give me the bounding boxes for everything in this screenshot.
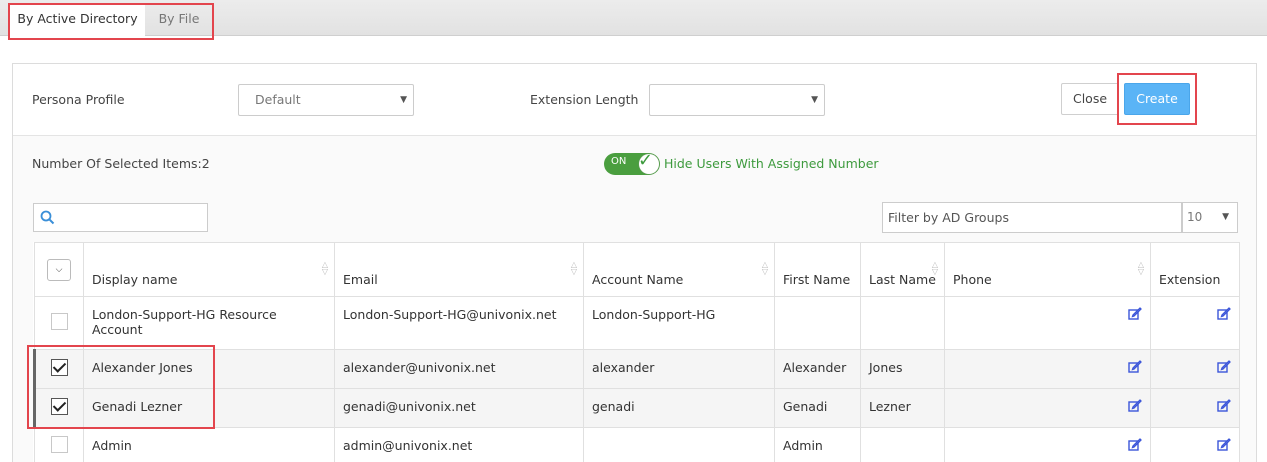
chevron-down-icon: ▼ [811,95,818,105]
select-all-dropdown[interactable]: ⌵ [47,258,71,281]
extension-length-select[interactable]: ▼ [649,84,825,116]
check-icon: ✓ [638,150,654,171]
row-checkbox-cell [34,296,84,350]
cell-email: London-Support-HG@univonix.net [334,296,584,350]
col-label: First Name [783,272,851,287]
cell-first-name [774,296,861,350]
col-display-name[interactable]: Display name △ ▽ [83,242,335,297]
table-row[interactable]: Alexander Jones alexander@univonix.net a… [33,349,1240,389]
tab-by-file[interactable]: By File [145,4,213,36]
create-button[interactable]: Create [1124,83,1190,115]
col-last-name[interactable]: Last Name △ ▽ [860,242,945,297]
persona-profile-value: Default [255,92,301,107]
table-header-row: ⌵ Display name △ ▽ Email △ ▽ Account Name △ ▽ … [34,242,1240,297]
sort-icon[interactable]: △ ▽ [762,261,768,276]
edit-icon[interactable] [1128,399,1142,416]
edit-icon[interactable] [1217,360,1231,377]
cell-first-name: Admin [774,427,861,462]
cell-extension [1150,388,1240,428]
sort-icon[interactable]: △ ▽ [322,261,328,276]
cell-account-name: London-Support-HG [583,296,775,350]
cell-extension [1150,296,1240,350]
col-label: Phone [953,272,992,287]
cell-email: genadi@univonix.net [334,388,584,428]
cell-last-name [860,427,945,462]
cell-last-name [860,296,945,350]
cell-extension [1150,349,1240,389]
col-first-name[interactable]: First Name [774,242,861,297]
row-checkbox-cell [33,388,84,428]
panel-header: Persona Profile Default ▼ Extension Leng… [13,64,1256,136]
table-row[interactable]: Genadi Lezner genadi@univonix.net genadi… [33,388,1240,428]
cell-account-name: alexander [583,349,775,389]
extension-length-label: Extension Length [530,92,639,107]
chevron-down-icon: ▼ [400,95,407,105]
close-button[interactable]: Close [1061,83,1119,115]
page-size-value: 10 [1187,210,1203,224]
ad-groups-filter[interactable]: Filter by AD Groups [882,202,1182,233]
cell-phone [944,296,1151,350]
sort-icon[interactable]: △ ▽ [1138,261,1144,276]
users-table: ⌵ Display name △ ▽ Email △ ▽ Account Name △ ▽ … [33,242,1240,462]
table-row[interactable]: Admin admin@univonix.net Admin [34,427,1240,462]
cell-phone [944,349,1151,389]
search-icon [40,210,55,225]
row-checkbox[interactable] [51,359,68,376]
cell-last-name: Jones [860,349,945,389]
cell-phone [944,427,1151,462]
col-label: Extension [1159,272,1221,287]
row-checkbox[interactable] [50,313,68,330]
chevron-down-icon: ▼ [1222,212,1229,222]
cell-account-name: genadi [583,388,775,428]
cell-first-name: Genadi [774,388,861,428]
edit-icon[interactable] [1128,307,1142,324]
cell-display-name: Alexander Jones [83,349,335,389]
cell-display-name: London-Support-HG Resource Account [83,296,335,350]
col-label: Display name [92,272,178,287]
persona-profile-select[interactable]: Default ▼ [238,84,414,116]
tab-bar: By Active Directory By File [0,0,1267,36]
cell-display-name: Genadi Lezner [83,388,335,428]
row-checkbox[interactable] [51,398,68,415]
col-email[interactable]: Email △ ▽ [334,242,584,297]
cell-extension [1150,427,1240,462]
tab-by-active-directory[interactable]: By Active Directory [10,4,145,36]
hide-assigned-toggle[interactable]: ON ✓ [604,150,660,175]
cell-account-name [583,427,775,462]
sort-icon[interactable]: △ ▽ [932,261,938,276]
row-checkbox-cell [34,427,84,462]
row-checkbox[interactable] [50,435,68,453]
cell-last-name: Lezner [860,388,945,428]
col-extension[interactable]: Extension [1150,242,1240,297]
selected-count: Number Of Selected Items:2 [32,156,210,171]
chevron-down-icon: ⌵ [55,264,63,275]
cell-email: alexander@univonix.net [334,349,584,389]
col-label: Last Name [869,272,936,287]
edit-icon[interactable] [1217,307,1231,324]
cell-first-name: Alexander [774,349,861,389]
sort-icon[interactable]: △ ▽ [571,261,577,276]
edit-icon[interactable] [1128,360,1142,377]
edit-icon[interactable] [1128,438,1142,455]
edit-icon[interactable] [1217,438,1231,455]
row-checkbox-cell [33,349,84,389]
cell-phone [944,388,1151,428]
table-row[interactable]: London-Support-HG Resource Account Londo… [34,296,1240,350]
hide-assigned-label[interactable]: Hide Users With Assigned Number [664,156,879,171]
create-users-panel: Persona Profile Default ▼ Extension Leng… [12,63,1257,462]
col-label: Email [343,272,378,287]
toggle-state: ON [611,156,627,167]
page-size-select[interactable]: 10 ▼ [1182,202,1238,233]
select-all-header: ⌵ [34,242,84,297]
persona-profile-label: Persona Profile [32,92,125,107]
col-account-name[interactable]: Account Name △ ▽ [583,242,775,297]
search-input[interactable] [33,203,208,232]
col-phone[interactable]: Phone △ ▽ [944,242,1151,297]
cell-display-name: Admin [83,427,335,462]
col-label: Account Name [592,272,684,287]
cell-email: admin@univonix.net [334,427,584,462]
edit-icon[interactable] [1217,399,1231,416]
